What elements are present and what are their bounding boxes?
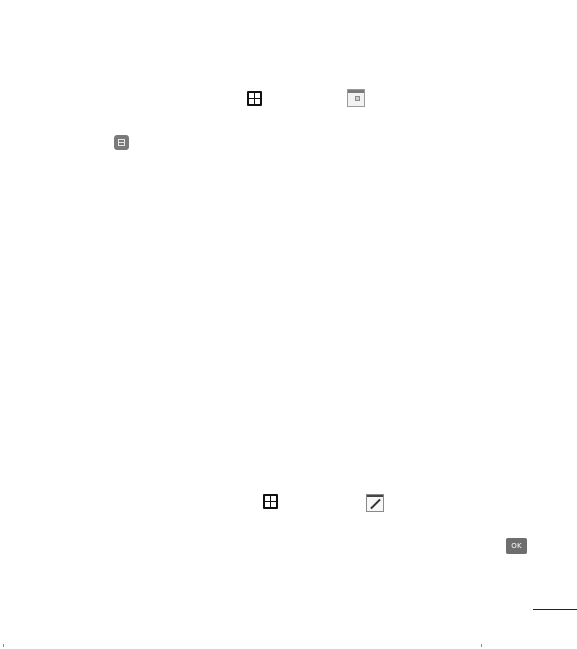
crop-mark bbox=[481, 644, 482, 647]
applications-grid-icon[interactable] bbox=[247, 91, 262, 106]
memo-icon[interactable] bbox=[366, 494, 384, 512]
page-number-rule bbox=[533, 609, 577, 610]
crop-mark bbox=[3, 644, 4, 647]
applications-grid-icon[interactable] bbox=[263, 494, 278, 509]
calendar-icon[interactable] bbox=[347, 89, 365, 107]
menu-icon[interactable] bbox=[114, 135, 129, 150]
ok-button[interactable]: OK bbox=[506, 538, 527, 554]
